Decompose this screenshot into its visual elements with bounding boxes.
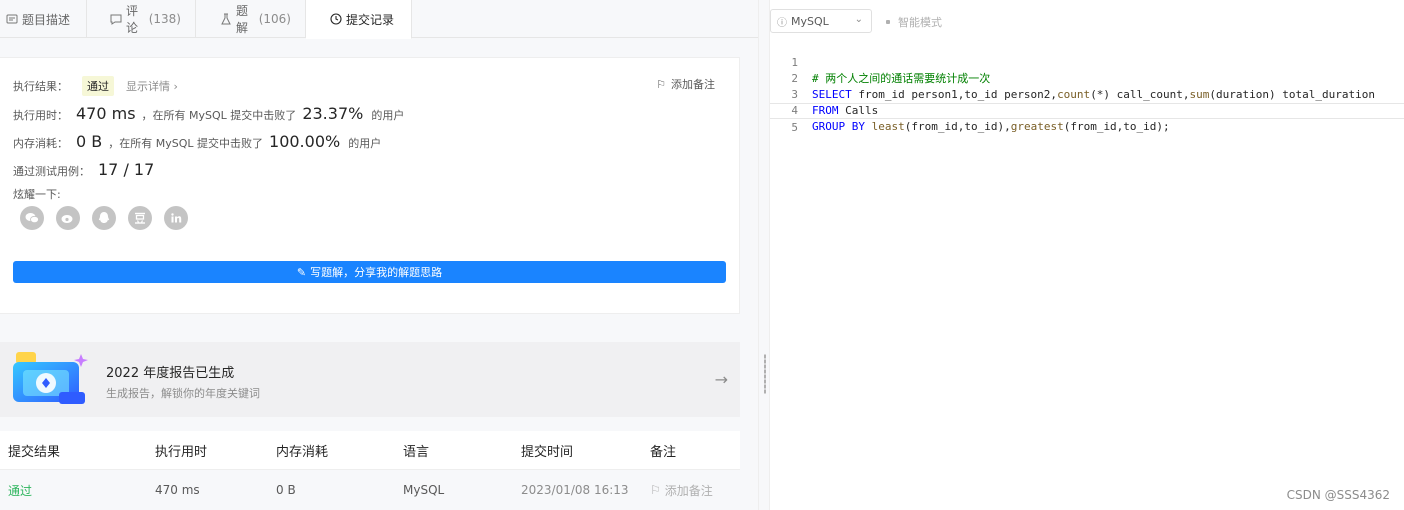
watermark: CSDN @SSS4362: [1286, 488, 1390, 502]
flag-icon: ⚐: [650, 483, 661, 497]
col-note: 备注: [650, 444, 677, 460]
app-root: 题目描述 评论 (138) 题解 (106) 提交记录 执行结果： 通过 显示详…: [0, 0, 1404, 510]
tab-label: 题目描述: [22, 12, 71, 27]
panel-resizer[interactable]: [758, 0, 770, 510]
chevron-down-icon: ⌄: [854, 14, 863, 25]
runtime-mid: ，在所有 MySQL 提交中击败了: [141, 109, 297, 122]
smart-mode-toggle[interactable]: 智能模式: [886, 14, 942, 30]
share-label: 炫耀一下:: [13, 188, 61, 201]
arrow-right-icon[interactable]: →: [715, 370, 728, 389]
sql-keyword: BY: [851, 120, 865, 133]
tests-value: 17 / 17: [98, 160, 155, 179]
report-badge-icon: [13, 352, 89, 408]
code-line: 2 SELECT from_id person1,to_id person2,c…: [770, 55, 1404, 101]
row-language: MySQL: [403, 483, 445, 497]
row-time: 2023/01/08 16:13: [521, 483, 629, 497]
line-number: 5: [791, 121, 798, 134]
tab-bar: 题目描述 评论 (138) 题解 (106) 提交记录: [0, 0, 758, 39]
result-card: 执行结果： 通过 显示详情 › ⚐ 添加备注 执行用时： 470 ms ，在所有…: [0, 57, 740, 314]
memory-value: 0 B: [76, 132, 103, 151]
write-solution-button[interactable]: ✎ 写题解，分享我的解题思路: [13, 261, 726, 283]
code-line: 3 FROM Calls: [770, 71, 1404, 117]
tab-comments[interactable]: 评论 (138): [87, 0, 196, 38]
code-text: GROUP BY least(from_id,to_id),greatest(f…: [812, 120, 1170, 133]
weibo-icon[interactable]: [56, 206, 80, 230]
show-details-link[interactable]: 显示详情 ›: [126, 78, 178, 94]
runtime-row: 执行用时： 470 ms ，在所有 MySQL 提交中击败了 23.37% 的用…: [13, 104, 404, 123]
row-result[interactable]: 通过: [8, 482, 32, 499]
tab-label: 提交记录: [346, 12, 395, 27]
runtime-label: 执行用时：: [13, 109, 68, 122]
code-area[interactable]: 1 # 两个人之间的通话需要统计成一次 2 SELECT from_id per…: [770, 38, 1404, 134]
tab-solutions[interactable]: 题解 (106): [196, 0, 306, 38]
tab-count: (138): [148, 12, 181, 26]
code-line-current[interactable]: 5: [770, 103, 1404, 134]
flask-icon: [220, 13, 232, 25]
col-language: 语言: [403, 444, 430, 460]
info-icon: ⓘ: [777, 17, 787, 29]
sql-function: greatest: [1010, 120, 1064, 133]
tests-label: 通过测试用例：: [13, 165, 90, 178]
douban-icon[interactable]: [128, 206, 152, 230]
col-result: 提交结果: [8, 444, 61, 460]
status-row: 执行结果： 通过 显示详情 ›: [13, 76, 178, 96]
row-runtime: 470 ms: [155, 483, 200, 497]
wechat-icon[interactable]: [20, 206, 44, 230]
memory-label: 内存消耗：: [13, 137, 68, 150]
table-header: 提交结果 执行用时 内存消耗 语言 提交时间 备注: [0, 431, 740, 470]
status-badge: 通过: [82, 76, 114, 96]
col-time: 提交时间: [521, 444, 574, 460]
language-value: MySQL: [791, 14, 829, 28]
qq-icon[interactable]: [92, 206, 116, 230]
editor-toolbar: ⓘ MySQL ⌄ 智能模式: [770, 0, 1404, 38]
add-note-button[interactable]: ⚐ 添加备注: [656, 76, 715, 92]
table-row[interactable]: 通过 470 ms 0 B MySQL 2023/01/08 16:13 ⚐ 添…: [0, 470, 740, 510]
submission-table: 提交结果 执行用时 内存消耗 语言 提交时间 备注 通过 470 ms 0 B …: [0, 431, 740, 510]
drag-handle-icon[interactable]: [764, 354, 766, 394]
status-label: 执行结果：: [13, 80, 68, 93]
tab-count: (106): [258, 12, 291, 26]
tab-label: 题解: [236, 4, 249, 35]
tests-row: 通过测试用例： 17 / 17: [13, 160, 160, 179]
row-add-note-button[interactable]: ⚐ 添加备注: [650, 482, 713, 499]
share-icons: [20, 206, 188, 230]
runtime-percent: 23.37%: [302, 104, 364, 123]
tab-label: 评论: [126, 4, 139, 35]
language-select[interactable]: ⓘ MySQL ⌄: [770, 9, 872, 33]
row-memory: 0 B: [276, 483, 296, 497]
memory-percent: 100.00%: [269, 132, 341, 151]
banner-subtitle: 生成报告，解锁你的年度关键词: [106, 387, 260, 400]
code-editor-panel: ⓘ MySQL ⌄ 智能模式 1 # 两个人之间的通话需要统计成一次 2 SEL…: [770, 0, 1404, 510]
smart-mode-dot-icon: [886, 20, 890, 24]
tab-description[interactable]: 题目描述: [0, 0, 87, 38]
clock-icon: [330, 13, 342, 25]
tab-submissions[interactable]: 提交记录: [306, 0, 412, 39]
memory-row: 内存消耗： 0 B ，在所有 MySQL 提交中击败了 100.00% 的用户: [13, 132, 381, 151]
col-runtime: 执行用时: [155, 444, 208, 460]
smart-mode-label: 智能模式: [898, 16, 942, 29]
linkedin-icon[interactable]: [164, 206, 188, 230]
add-note-label: 添加备注: [671, 78, 715, 91]
sql-function: least: [871, 120, 905, 133]
runtime-tail: 的用户: [371, 109, 405, 122]
annual-report-banner[interactable]: 2022 年度报告已生成 生成报告，解锁你的年度关键词 →: [0, 342, 740, 417]
runtime-value: 470 ms: [76, 104, 136, 123]
pencil-icon: ✎: [296, 265, 307, 279]
left-panel: 题目描述 评论 (138) 题解 (106) 提交记录 执行结果： 通过 显示详…: [0, 0, 758, 510]
memory-tail: 的用户: [348, 137, 382, 150]
memory-mid: ，在所有 MySQL 提交中击败了: [108, 137, 264, 150]
share-row: 炫耀一下:: [13, 186, 61, 202]
row-note-label: 添加备注: [664, 483, 713, 498]
banner-title: 2022 年度报告已生成: [106, 366, 235, 381]
write-solution-label: 写题解，分享我的解题思路: [310, 266, 443, 279]
code-line: 1 # 两个人之间的通话需要统计成一次: [770, 39, 1404, 85]
flag-icon: ⚐: [656, 77, 666, 91]
col-memory: 内存消耗: [276, 444, 329, 460]
code-line: 4 GROUP BY least(from_id,to_id),greatest…: [770, 87, 1404, 133]
description-icon: [6, 13, 18, 25]
comment-icon: [110, 13, 122, 25]
